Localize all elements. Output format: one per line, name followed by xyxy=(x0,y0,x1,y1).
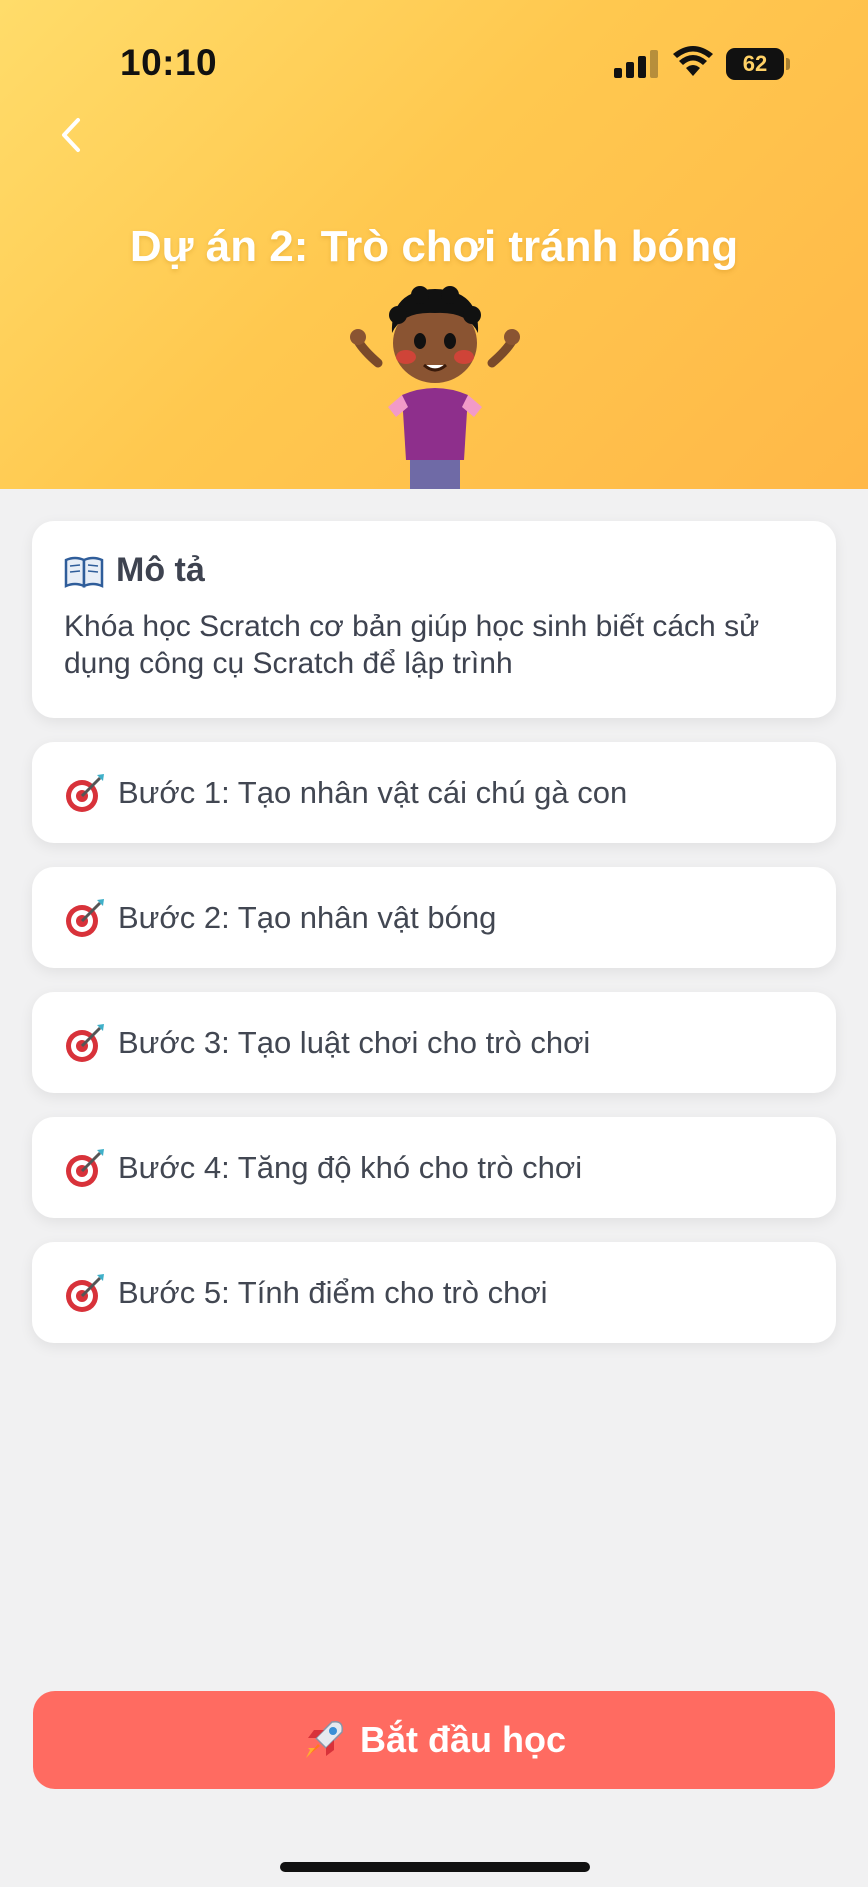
description-card: Mô tả Khóa học Scratch cơ bản giúp học s… xyxy=(32,521,836,718)
cellular-signal-icon xyxy=(614,50,658,78)
start-button-label: Bắt đầu học xyxy=(359,1719,566,1760)
step-item-3[interactable]: Bước 3: Tạo luật chơi cho trò chơi xyxy=(32,992,836,1093)
step-label: Bước 2: Tạo nhân vật bóng xyxy=(118,899,497,935)
status-bar: 10:10 62 xyxy=(0,0,868,130)
step-item-2[interactable]: Bước 2: Tạo nhân vật bóng xyxy=(32,867,836,968)
chevron-left-icon[interactable] xyxy=(52,110,96,160)
step-item-1[interactable]: Bước 1: Tạo nhân vật cái chú gà con xyxy=(32,742,836,843)
target-icon xyxy=(66,773,104,812)
step-label: Bước 4: Tăng độ khó cho trò chơi xyxy=(118,1149,583,1185)
book-icon xyxy=(64,556,104,588)
kid-mascot-illustration xyxy=(350,286,520,489)
step-item-4[interactable]: Bước 4: Tăng độ khó cho trò chơi xyxy=(32,1117,836,1218)
target-icon xyxy=(66,898,104,937)
battery-level: 62 xyxy=(742,51,768,76)
target-icon xyxy=(66,1148,104,1187)
step-label: Bước 5: Tính điểm cho trò chơi xyxy=(118,1274,548,1310)
rocket-icon xyxy=(305,1720,344,1758)
step-label: Bước 3: Tạo luật chơi cho trò chơi xyxy=(118,1024,591,1060)
home-indicator[interactable] xyxy=(280,1862,590,1872)
battery-tip xyxy=(786,58,790,70)
header-banner: 10:10 62 Dự án 2: Trò chơi tránh bóng xyxy=(0,0,868,489)
status-time: 10:10 xyxy=(120,42,218,83)
target-icon xyxy=(66,1023,104,1062)
description-title: Mô tả xyxy=(116,551,205,589)
description-text: Khóa học Scratch cơ bản giúp học sinh bi… xyxy=(64,610,760,680)
battery-icon: 62 xyxy=(726,48,784,80)
start-learning-button[interactable]: Bắt đầu học xyxy=(33,1691,835,1789)
page-title: Dự án 2: Trò chơi tránh bóng xyxy=(129,222,739,271)
step-item-5[interactable]: Bước 5: Tính điểm cho trò chơi xyxy=(32,1242,836,1343)
description-header: Mô tả xyxy=(64,551,804,590)
step-label: Bước 1: Tạo nhân vật cái chú gà con xyxy=(118,774,628,810)
target-icon xyxy=(66,1273,104,1312)
wifi-icon xyxy=(673,46,713,76)
